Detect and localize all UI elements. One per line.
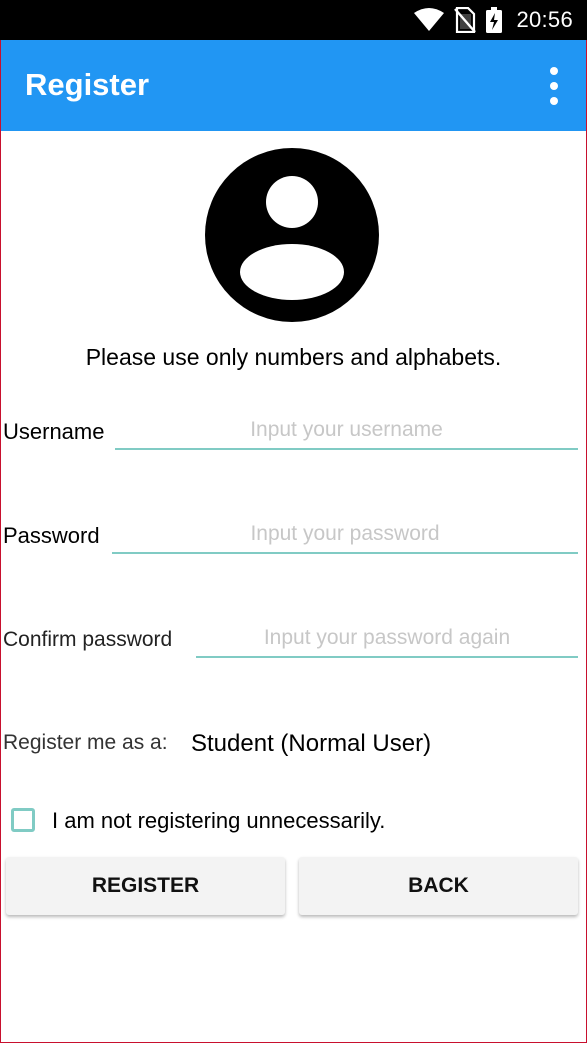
menu-dot <box>550 82 558 90</box>
app-bar: Register <box>1 40 586 131</box>
password-label: Password <box>3 523 100 548</box>
register-button[interactable]: REGISTER <box>6 857 285 915</box>
role-select[interactable]: Student (Normal User) <box>191 730 431 758</box>
agreement-label[interactable]: I am not registering unnecessarily. <box>52 808 385 834</box>
password-input[interactable] <box>112 520 578 554</box>
role-label: Register me as a: <box>3 731 168 754</box>
no-sim-icon <box>454 7 477 33</box>
more-vert-icon[interactable] <box>544 67 564 105</box>
status-icons: 20:56 <box>414 0 573 40</box>
agreement-checkbox[interactable] <box>11 808 35 832</box>
back-button[interactable]: BACK <box>299 857 578 915</box>
page-title: Register <box>25 67 150 102</box>
menu-dot <box>550 67 558 75</box>
input-hint: Please use only numbers and alphabets. <box>85 344 502 370</box>
username-label: Username <box>3 419 105 444</box>
menu-dot <box>550 97 558 105</box>
username-input[interactable] <box>115 416 578 450</box>
account-circle-icon <box>205 148 379 327</box>
status-bar: 20:56 <box>0 0 587 40</box>
status-time: 20:56 <box>516 7 573 32</box>
battery-charging-icon <box>486 7 503 33</box>
wifi-icon <box>414 8 445 32</box>
confirm-password-label: Confirm password <box>3 628 173 651</box>
confirm-password-input[interactable] <box>196 624 578 658</box>
